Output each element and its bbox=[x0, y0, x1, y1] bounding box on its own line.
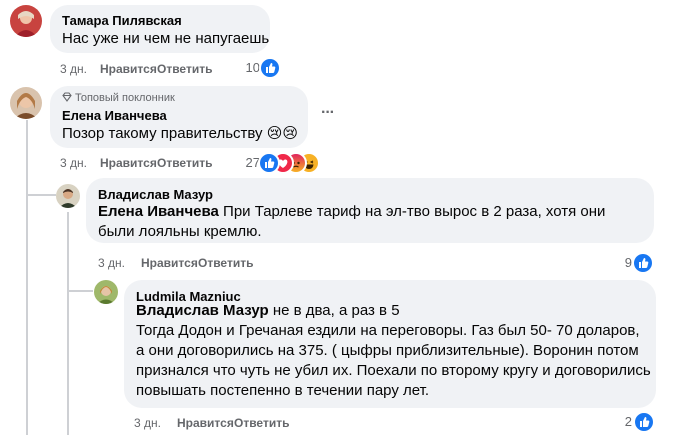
reply-button[interactable]: Ответить bbox=[157, 62, 212, 76]
reply-button[interactable]: Ответить bbox=[157, 156, 212, 170]
badge-label: Топовый поклонник bbox=[75, 92, 175, 104]
comment-time[interactable]: 3 дн. bbox=[134, 416, 177, 430]
comment-body-first: не в два, а раз в 5 bbox=[272, 302, 400, 319]
comment-actions: 3 дн. Нравится Ответить bbox=[60, 156, 212, 170]
top-fan-badge: Топовый поклонник bbox=[62, 92, 175, 104]
comment-actions: 3 дн. Нравится Ответить bbox=[60, 62, 212, 76]
comment-bubble: Владислав Мазур Елена Иванчева При Тарле… bbox=[86, 178, 654, 243]
comment-body: Тогда Додон и Гречаная ездили на перегов… bbox=[136, 322, 651, 399]
thread-line bbox=[26, 120, 28, 435]
reaction-count[interactable]: 27 bbox=[238, 155, 260, 170]
reply-connector bbox=[28, 194, 56, 196]
comment-author[interactable]: Владислав Мазур bbox=[98, 187, 213, 202]
comment-author[interactable]: Елена Иванчева bbox=[62, 108, 167, 123]
mention-link[interactable]: Владислав Мазур bbox=[136, 302, 269, 319]
comment-time[interactable]: 3 дн. bbox=[98, 256, 141, 270]
like-icon[interactable] bbox=[259, 57, 281, 79]
comment-text: Елена Иванчева При Тарлеве тариф на эл-т… bbox=[98, 202, 646, 242]
like-icon[interactable] bbox=[633, 411, 655, 433]
comment-bubble: Тамара Пилявская Нас уже ни чем не напуг… bbox=[50, 5, 270, 53]
avatar[interactable] bbox=[94, 280, 118, 304]
reaction-count[interactable]: 2 bbox=[610, 414, 632, 429]
reaction-count[interactable]: 9 bbox=[610, 255, 632, 270]
like-button[interactable]: Нравится bbox=[141, 256, 198, 270]
like-icon[interactable] bbox=[258, 152, 280, 174]
like-button[interactable]: Нравится bbox=[100, 62, 157, 76]
avatar[interactable] bbox=[10, 5, 42, 37]
comment-actions: 3 дн. Нравится Ответить bbox=[134, 416, 289, 430]
comment-author[interactable]: Тамара Пилявская bbox=[62, 13, 182, 28]
comment-text: Нас уже ни чем не напугаешь bbox=[62, 30, 270, 47]
reply-button[interactable]: Ответить bbox=[234, 416, 289, 430]
reply-button[interactable]: Ответить bbox=[198, 256, 253, 270]
reply-connector bbox=[69, 290, 93, 292]
mention-link[interactable]: Елена Иванчева bbox=[98, 203, 219, 220]
comment-bubble: Ludmila Mazniuc Владислав Мазур не в два… bbox=[124, 280, 656, 408]
thread-line bbox=[67, 212, 69, 435]
comment-actions: 3 дн. Нравится Ответить bbox=[98, 256, 253, 270]
diamond-badge-icon bbox=[62, 92, 72, 102]
comment-text: Владислав Мазур не в два, а раз в 5 Тогд… bbox=[136, 301, 651, 401]
comment-bubble: Топовый поклонник Елена Иванчева Позор т… bbox=[50, 86, 308, 148]
reaction-count[interactable]: 10 bbox=[236, 60, 260, 75]
like-button[interactable]: Нравится bbox=[100, 156, 157, 170]
comment-text: Позор такому правительству 😢😢 bbox=[62, 125, 299, 142]
like-icon[interactable] bbox=[632, 252, 654, 274]
comment-time[interactable]: 3 дн. bbox=[60, 62, 100, 76]
more-icon[interactable]: ··· bbox=[321, 104, 335, 122]
comment-time[interactable]: 3 дн. bbox=[60, 156, 100, 170]
like-button[interactable]: Нравится bbox=[177, 416, 234, 430]
avatar[interactable] bbox=[10, 87, 42, 119]
avatar[interactable] bbox=[56, 184, 80, 208]
